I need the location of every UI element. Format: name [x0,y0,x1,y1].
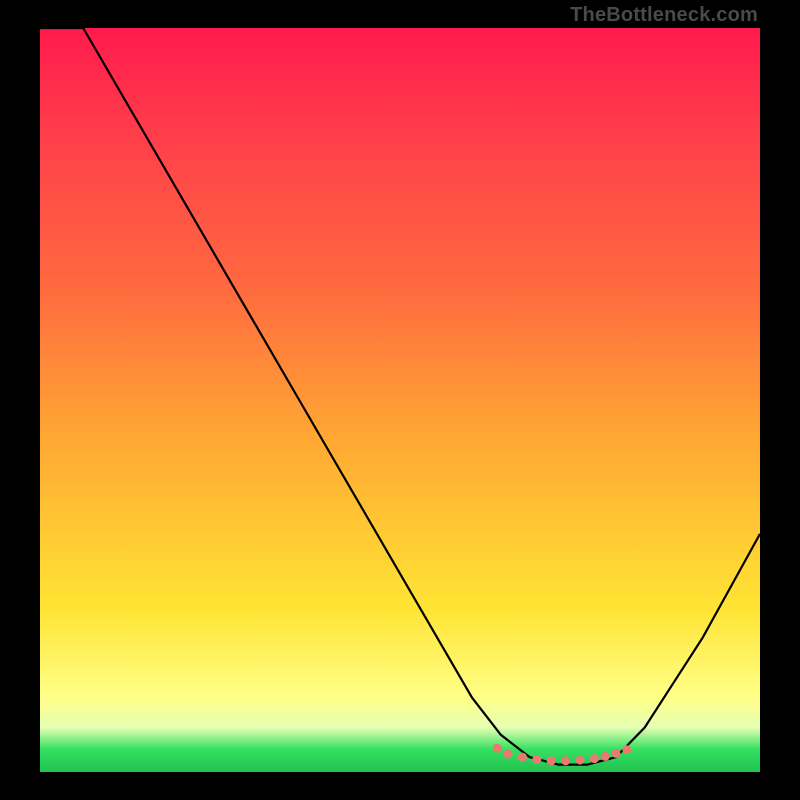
marker-dot [576,756,585,765]
bottleneck-curve [40,28,760,765]
chart-overlay [40,28,760,772]
marker-dot [590,754,599,763]
marker-dot [532,755,541,764]
marker-dot [622,745,631,754]
marker-dot [518,753,527,762]
marker-dot [612,749,621,758]
chart-frame: TheBottleneck.com [0,0,800,800]
marker-dot [493,744,502,753]
optimal-range-dots [493,744,632,766]
marker-dot [561,756,570,765]
attribution-text: TheBottleneck.com [570,4,758,27]
marker-dot [504,750,513,759]
marker-dot [601,752,610,761]
plot-area [40,28,760,772]
marker-dot [547,756,556,765]
